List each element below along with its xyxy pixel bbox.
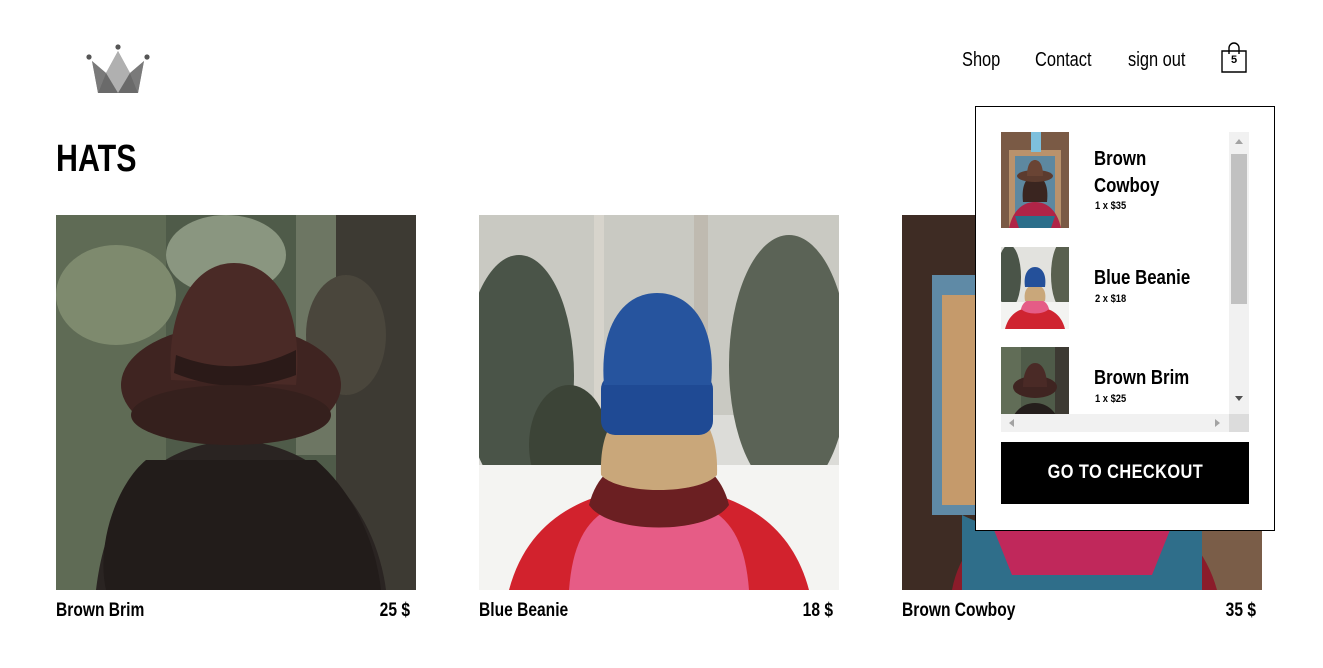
product-card[interactable]: Brown Brim 25 $ [56, 215, 416, 626]
product-image [56, 215, 416, 590]
crown-logo-icon[interactable] [84, 43, 152, 97]
scroll-right-arrow-icon[interactable] [1215, 419, 1220, 427]
shopping-bag-icon[interactable]: 5 [1219, 42, 1249, 74]
product-price: 35 $ [1225, 600, 1256, 621]
product-image [479, 215, 839, 590]
cart-item: Blue Beanie 2 x $18 [1001, 247, 1229, 347]
go-to-checkout-button[interactable]: GO TO CHECKOUT [1001, 442, 1249, 504]
scrollbar-corner [1229, 414, 1249, 432]
scroll-down-arrow-icon[interactable] [1235, 396, 1243, 401]
cart-item-name: Brown Cowboy [1094, 148, 1160, 197]
page-title: HATS [56, 138, 137, 180]
product-price: 18 $ [802, 600, 833, 621]
cart-item-name: Brown Brim [1094, 367, 1190, 389]
cart-count-badge: 5 [1230, 54, 1238, 66]
cart-horizontal-scrollbar[interactable] [1001, 414, 1229, 432]
nav-sign-out-link[interactable]: sign out [1128, 47, 1198, 73]
cart-item-quantity: 2 x $18 [1095, 293, 1127, 305]
cart-vertical-scrollbar[interactable] [1229, 132, 1249, 414]
cart-item-quantity: 1 x $25 [1095, 393, 1127, 405]
product-price: 25 $ [379, 600, 410, 621]
product-name: Brown Cowboy [902, 600, 1016, 621]
nav-contact-link[interactable]: Contact [1035, 47, 1104, 73]
cart-items-list[interactable]: BrownCowboy 1 x $35 Blue Beanie 2 x $18 [1001, 132, 1249, 432]
cart-dropdown: BrownCowboy 1 x $35 Blue Beanie 2 x $18 [975, 106, 1275, 531]
cart-item-image [1001, 132, 1069, 228]
cart-item-name: Blue Beanie [1094, 267, 1191, 289]
scrollbar-thumb[interactable] [1231, 154, 1247, 304]
nav-shop-link[interactable]: Shop [962, 47, 1009, 73]
product-name: Brown Brim [56, 600, 145, 621]
scroll-up-arrow-icon[interactable] [1235, 139, 1243, 144]
cart-item-image [1001, 247, 1069, 329]
cart-item: Brown Cowboy 1 x $35 [1001, 132, 1229, 232]
cart-item-quantity: 1 x $35 [1095, 200, 1127, 212]
product-card[interactable]: Blue Beanie 18 $ [479, 215, 839, 626]
product-name: Blue Beanie [479, 600, 569, 621]
scroll-left-arrow-icon[interactable] [1009, 419, 1014, 427]
